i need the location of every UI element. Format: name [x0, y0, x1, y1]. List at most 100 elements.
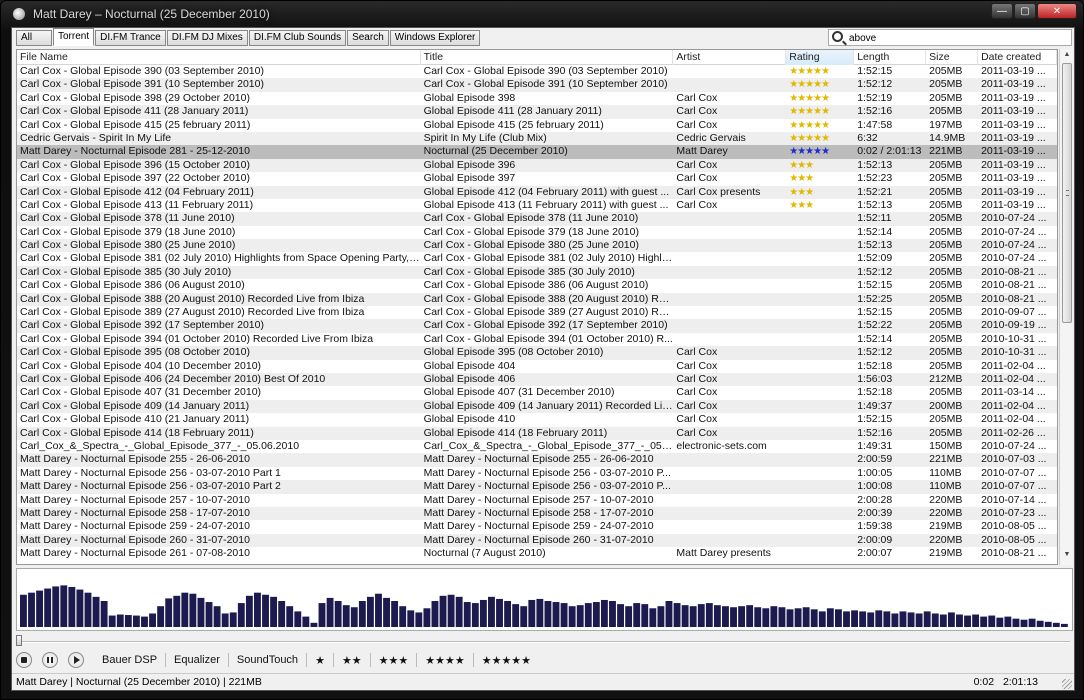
- table-row[interactable]: Carl Cox - Global Episode 381 (02 July 2…: [17, 252, 1057, 266]
- cell-length: 1:52:16: [857, 105, 893, 118]
- tab-bar: All Torrent DI.FM Trance DI.FM DJ Mixes DI.F…: [12, 28, 1074, 48]
- table-row[interactable]: Carl Cox - Global Episode 385 (30 July 2…: [17, 265, 1057, 280]
- table-row[interactable]: Carl Cox - Global Episode 396 (15 Octobe…: [17, 158, 1057, 173]
- stop-button[interactable]: [16, 652, 32, 668]
- table-row[interactable]: Carl Cox - Global Episode 410 (21 Januar…: [17, 413, 1057, 427]
- table-row[interactable]: Carl Cox - Global Episode 407 (31 Decemb…: [17, 386, 1057, 400]
- cell-length: 1:52:13: [857, 158, 893, 171]
- table-row[interactable]: Carl Cox - Global Episode 391 (10 Septem…: [17, 78, 1057, 92]
- table-row[interactable]: Matt Darey - Nocturnal Episode 258 - 17-…: [17, 506, 1057, 521]
- scroll-down-icon[interactable]: ▼: [1062, 551, 1072, 561]
- tab-search[interactable]: Search: [347, 30, 389, 46]
- search-input[interactable]: [849, 31, 1069, 45]
- column-header-date-created[interactable]: Date created: [978, 50, 1057, 65]
- table-row[interactable]: Carl Cox - Global Episode 380 (25 June 2…: [17, 239, 1057, 253]
- soundtouch-button[interactable]: SoundTouch: [229, 654, 306, 666]
- table-row[interactable]: Matt Darey - Nocturnal Episode 256 - 03-…: [17, 480, 1057, 494]
- table-row[interactable]: Carl Cox - Global Episode 412 (04 Februa…: [17, 185, 1057, 199]
- tab-di-fm-dj-mixes[interactable]: DI.FM DJ Mixes: [166, 30, 248, 46]
- pause-button[interactable]: [42, 652, 58, 668]
- rate-5-star-button[interactable]: ★★★★★: [474, 654, 539, 667]
- tab-all[interactable]: All: [16, 30, 52, 46]
- cell-size: 205MB: [929, 279, 963, 292]
- table-row[interactable]: Carl Cox - Global Episode 390 (03 Septem…: [17, 65, 1057, 79]
- bauer-dsp-button[interactable]: Bauer DSP: [94, 654, 165, 666]
- close-button[interactable]: ✕: [1037, 3, 1077, 19]
- vertical-scrollbar[interactable]: ▲ ▼: [1059, 49, 1073, 565]
- resize-grip-icon[interactable]: [1062, 679, 1072, 689]
- table-row[interactable]: Matt Darey - Nocturnal Episode 281 - 25-…: [17, 145, 1057, 159]
- tab-torrent[interactable]: Torrent: [53, 28, 95, 46]
- spectrum-bar: [189, 593, 197, 627]
- column-header-length[interactable]: Length: [854, 50, 927, 65]
- rate-3-star-button[interactable]: ★★★: [371, 654, 417, 667]
- cell-file-name: Carl Cox - Global Episode 380 (25 June 2…: [20, 239, 236, 252]
- column-header-size[interactable]: Size: [926, 50, 979, 65]
- scroll-up-icon[interactable]: ▲: [1062, 51, 1072, 61]
- seek-bar[interactable]: [16, 633, 1073, 647]
- tab-di-fm-trance[interactable]: DI.FM Trance: [95, 30, 166, 46]
- table-row[interactable]: Carl Cox - Global Episode 394 (01 Octobe…: [17, 332, 1057, 347]
- table-row[interactable]: Carl Cox - Global Episode 379 (18 June 2…: [17, 225, 1057, 240]
- spectrum-bar: [923, 611, 931, 627]
- cell-date-created: 2010-07-24 ...: [981, 439, 1047, 452]
- table-row[interactable]: Carl Cox - Global Episode 413 (11 Februa…: [17, 198, 1057, 213]
- spectrum-bar: [294, 611, 302, 627]
- table-row[interactable]: Carl Cox - Global Episode 398 (29 Octobe…: [17, 91, 1057, 106]
- table-row[interactable]: Carl Cox - Global Episode 409 (14 Januar…: [17, 399, 1057, 414]
- spectrum-bar: [84, 592, 92, 627]
- cell-file-name: Matt Darey - Nocturnal Episode 255 - 26-…: [20, 453, 250, 466]
- table-row[interactable]: Cedric Gervais - Spirit In My Life Spirit…: [17, 131, 1057, 146]
- cell-file-name: Matt Darey - Nocturnal Episode 258 - 17-…: [20, 506, 250, 519]
- spectrum-bar: [479, 599, 487, 627]
- table-row[interactable]: Carl Cox - Global Episode 395 (08 Octobe…: [17, 346, 1057, 360]
- table-row[interactable]: Carl Cox - Global Episode 414 (18 Februa…: [17, 426, 1057, 440]
- table-row[interactable]: Matt Darey - Nocturnal Episode 257 - 10-…: [17, 493, 1057, 507]
- table-row[interactable]: Carl Cox - Global Episode 404 (10 Decemb…: [17, 359, 1057, 373]
- cell-length: 6:32: [857, 131, 878, 144]
- tab-windows-explorer[interactable]: Windows Explorer: [389, 30, 481, 46]
- table-row[interactable]: Matt Darey - Nocturnal Episode 261 - 07-…: [17, 547, 1057, 561]
- table-row[interactable]: Carl Cox - Global Episode 397 (22 Octobe…: [17, 172, 1057, 186]
- minimize-button[interactable]: —: [991, 3, 1013, 19]
- table-row[interactable]: Carl Cox - Global Episode 389 (27 August…: [17, 306, 1057, 320]
- table-row[interactable]: Matt Darey - Nocturnal Episode 255 - 26-…: [17, 453, 1057, 467]
- cell-date-created: 2011-03-19 ...: [981, 91, 1046, 104]
- table-row[interactable]: Carl Cox - Global Episode 415 (25 februa…: [17, 118, 1057, 132]
- scroll-thumb[interactable]: [1062, 63, 1072, 323]
- column-header-rating[interactable]: Rating: [786, 50, 855, 65]
- table-row[interactable]: Carl Cox - Global Episode 388 (20 August…: [17, 292, 1057, 307]
- seek-thumb[interactable]: [16, 635, 23, 646]
- table-row[interactable]: Carl Cox - Global Episode 392 (17 Septem…: [17, 319, 1057, 333]
- cell-size: 219MB: [929, 547, 963, 560]
- equalizer-button[interactable]: Equalizer: [166, 654, 228, 666]
- column-header-artist[interactable]: Artist: [673, 50, 787, 65]
- table-row[interactable]: Matt Darey - Nocturnal Episode 256 - 03-…: [17, 466, 1057, 481]
- rate-4-star-button[interactable]: ★★★★: [417, 654, 472, 667]
- rate-2-star-button[interactable]: ★★: [334, 654, 370, 667]
- rate-1-star-button[interactable]: ★: [307, 654, 333, 667]
- cell-date-created: 2010-09-07 ...: [981, 306, 1047, 319]
- column-header-title[interactable]: Title: [421, 50, 674, 65]
- table-row[interactable]: Matt Darey - Nocturnal Episode 259 - 24-…: [17, 520, 1057, 534]
- play-button[interactable]: [68, 652, 84, 668]
- cell-rating: [786, 266, 854, 279]
- cell-length: 2:00:59: [857, 453, 893, 466]
- table-row[interactable]: Carl Cox - Global Episode 378 (11 June 2…: [17, 212, 1057, 226]
- spectrum-bar: [891, 613, 899, 627]
- table-row[interactable]: Matt Darey - Nocturnal Episode 260 - 31-…: [17, 533, 1057, 548]
- cell-artist: Carl Cox presents: [676, 185, 761, 198]
- table-row[interactable]: Carl Cox - Global Episode 406 (24 Decemb…: [17, 372, 1057, 387]
- cell-artist: Carl Cox: [676, 372, 718, 385]
- spectrum-bar: [488, 596, 495, 627]
- tab-di-fm-club-sounds[interactable]: DI.FM Club Sounds: [248, 30, 347, 46]
- cell-length: 1:52:21: [857, 185, 893, 198]
- search-box[interactable]: [828, 29, 1072, 46]
- column-header-file-name[interactable]: File Name: [17, 50, 421, 65]
- table-row[interactable]: Carl Cox - Global Episode 386 (06 August…: [17, 279, 1057, 293]
- play-icon: [74, 656, 80, 664]
- table-row[interactable]: Carl Cox - Global Episode 411 (28 Januar…: [17, 105, 1057, 119]
- seek-track[interactable]: [20, 641, 1070, 643]
- maximize-button[interactable]: ▢: [1014, 3, 1036, 19]
- table-row[interactable]: Carl_Cox_&_Spectra_-_Global_Episode_377_…: [17, 439, 1057, 454]
